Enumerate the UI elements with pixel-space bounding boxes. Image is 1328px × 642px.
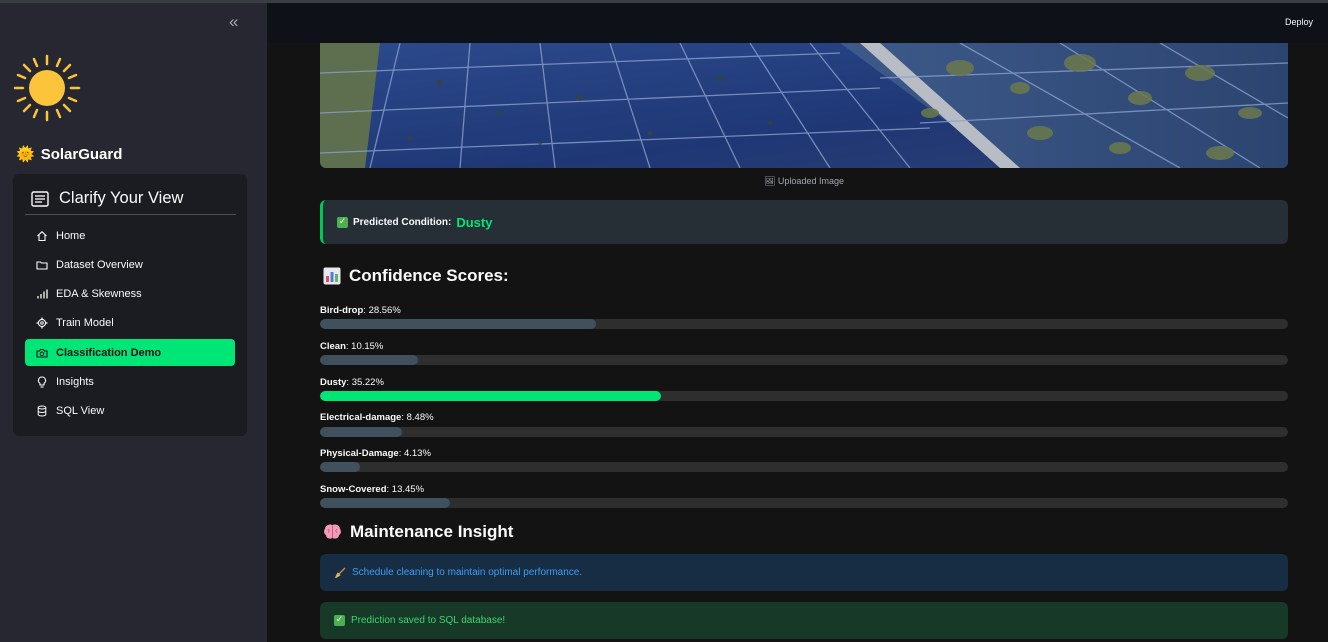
score-class-name: Physical-Damage <box>320 448 399 459</box>
sun-logo-icon <box>13 54 81 122</box>
score-progress-fill <box>320 319 597 329</box>
score-label: Bird-drop: 28.56% <box>320 305 401 316</box>
sun-emoji-icon: 🌞 <box>16 145 35 163</box>
score-progress-bar <box>320 462 1288 472</box>
score-label: Physical-Damage: 4.13% <box>320 448 431 459</box>
menu-item-sql-view[interactable]: SQL View <box>25 397 235 424</box>
maintenance-insight-alert: Schedule cleaning to maintain optimal pe… <box>320 554 1288 591</box>
sidebar: « 🌞 SolarGuard Clarify Your View Home Da… <box>0 0 267 642</box>
prediction-value: Dusty <box>456 214 493 230</box>
navigation-menu: Clarify Your View Home Dataset Overview … <box>13 174 247 436</box>
score-class-name: Electrical-damage <box>320 412 402 423</box>
menu-item-train-model[interactable]: Train Model <box>25 309 235 336</box>
confidence-scores-heading: Confidence Scores: <box>323 264 509 288</box>
score-progress-fill <box>320 498 451 508</box>
menu-item-classification-demo[interactable]: Classification Demo <box>25 339 235 366</box>
menu-label: Dataset Overview <box>56 258 143 271</box>
score-progress-bar <box>320 355 1288 365</box>
bar-chart-icon <box>323 267 341 285</box>
menu-label: SQL View <box>56 404 105 417</box>
list-icon <box>31 190 49 207</box>
house-icon <box>35 229 48 242</box>
score-progress-fill <box>320 427 403 437</box>
menu-item-eda-skewness[interactable]: EDA & Skewness <box>25 280 235 307</box>
check-icon: ✓ <box>334 615 345 626</box>
menu-item-home[interactable]: Home <box>25 222 235 249</box>
score-class-name: Snow-Covered <box>320 484 387 495</box>
score-progress-bar <box>320 319 1288 329</box>
window-top-edge <box>0 0 1328 3</box>
prediction-label: Predicted Condition: <box>353 216 452 228</box>
score-percent: 4.13% <box>403 448 431 459</box>
score-class-name: Bird-drop <box>320 305 364 316</box>
score-percent: 35.22% <box>351 377 384 388</box>
broom-icon <box>335 567 346 578</box>
top-header: Deploy <box>267 3 1328 43</box>
score-progress-bar <box>320 498 1288 508</box>
brain-icon <box>324 524 341 539</box>
score-percent: 28.56% <box>368 305 401 316</box>
score-percent: 10.15% <box>351 341 384 352</box>
score-progress-fill <box>320 462 360 472</box>
check-icon: ✓ <box>337 216 348 228</box>
prediction-result: ✓ Predicted Condition: Dusty <box>320 200 1288 244</box>
score-label: Dusty: 35.22% <box>320 377 384 388</box>
score-percent: 8.48% <box>406 412 434 423</box>
score-label: Clean: 10.15% <box>320 341 384 352</box>
menu-header: Clarify Your View <box>25 183 236 215</box>
score-class-name: Dusty <box>320 377 347 388</box>
menu-item-dataset-overview[interactable]: Dataset Overview <box>25 251 235 278</box>
score-label: Snow-Covered: 13.45% <box>320 484 425 495</box>
score-class-name: Clean <box>320 341 346 352</box>
database-icon <box>35 404 48 417</box>
menu-label: Insights <box>56 375 94 388</box>
insight-text: Schedule cleaning to maintain optimal pe… <box>352 567 583 578</box>
score-progress-bar <box>320 427 1288 437</box>
folder-icon <box>35 258 48 271</box>
success-text: Prediction saved to SQL database! <box>351 615 506 626</box>
brand-title: 🌞 SolarGuard <box>16 144 122 164</box>
menu-label: Train Model <box>56 316 114 329</box>
maintenance-insight-heading: Maintenance Insight <box>323 520 513 544</box>
score-progress-fill <box>320 355 419 365</box>
collapse-sidebar-icon[interactable]: « <box>229 13 245 31</box>
camera-icon <box>35 346 48 359</box>
score-label: Electrical-damage: 8.48% <box>320 412 434 423</box>
confidence-title: Confidence Scores: <box>349 266 509 285</box>
image-caption: 🖼 Uploaded Image <box>764 176 844 186</box>
brand-name: SolarGuard <box>40 145 123 163</box>
menu-label: EDA & Skewness <box>56 287 142 300</box>
gear-icon <box>35 316 48 329</box>
menu-item-insights[interactable]: Insights <box>25 368 235 395</box>
lightbulb-icon <box>35 375 48 388</box>
menu-label: Home <box>56 229 86 242</box>
score-percent: 13.45% <box>391 484 425 495</box>
bar-chart-icon <box>35 287 48 300</box>
menu-title: Clarify Your View <box>59 189 184 207</box>
save-success-alert: ✓ Prediction saved to SQL database! <box>320 602 1288 639</box>
maintenance-title: Maintenance Insight <box>350 522 514 541</box>
menu-label: Classification Demo <box>56 346 162 359</box>
deploy-button[interactable]: Deploy <box>1285 17 1313 27</box>
score-progress-fill <box>320 391 661 401</box>
uploaded-solar-panel-image <box>320 43 1288 168</box>
score-progress-bar <box>320 391 1288 401</box>
